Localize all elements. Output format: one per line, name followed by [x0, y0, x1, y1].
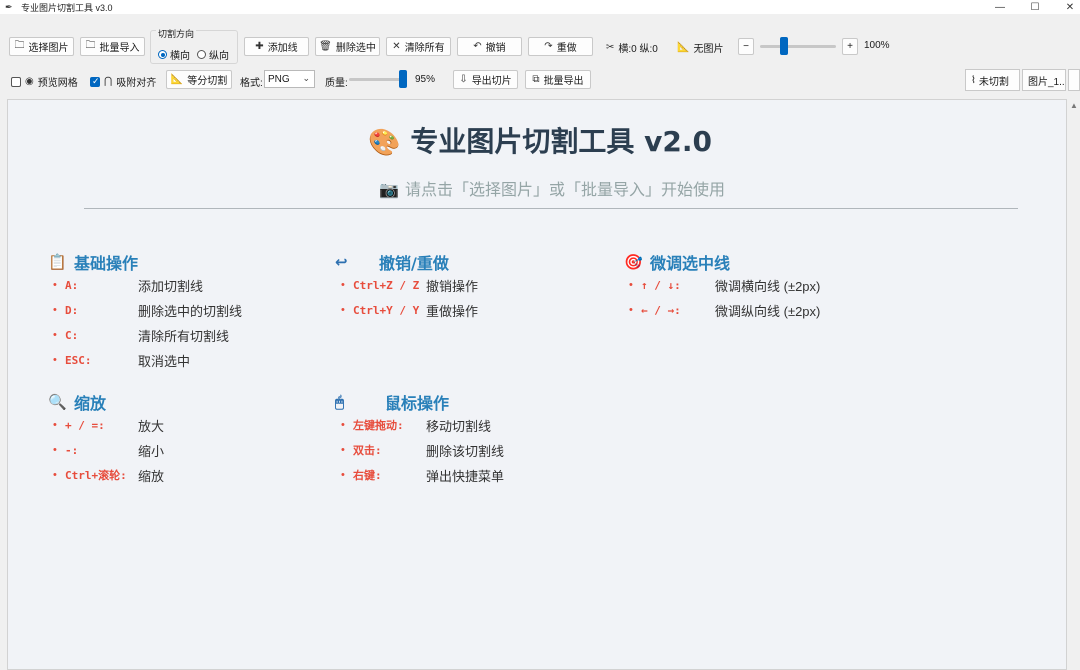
batch-export-button[interactable]: ⧉ 批量导出 — [525, 70, 591, 89]
select-image-button[interactable]: 🗀 选择图片 — [9, 37, 74, 56]
list-item: • 左键拖动: 移动切割线 — [341, 418, 492, 434]
undo-button[interactable]: ↶ 撤销 — [457, 37, 522, 56]
radio-selected-icon — [158, 50, 167, 59]
list-item: • -: 缩小 — [53, 443, 165, 459]
add-line-button[interactable]: ✚ 添加线 — [244, 37, 309, 56]
radio-vertical[interactable]: 纵向 — [197, 47, 229, 62]
section-finetune-title: 🎯 微调选中线 — [624, 253, 731, 273]
format-label: 格式: — [240, 78, 263, 89]
quality-value: 95% — [415, 74, 436, 85]
quality-label: 质量: — [325, 78, 348, 89]
zoom-value: 100% — [864, 40, 890, 51]
ruler-icon: 📐 — [170, 74, 184, 85]
snap-align-checkbox[interactable]: ⋂吸附对齐 — [90, 74, 156, 89]
list-item: • ↑ / ↓: 微调横向线 (±2px) — [629, 278, 821, 294]
plus-icon: ✚ — [255, 41, 264, 52]
undo-icon: ↶ — [473, 41, 482, 52]
target-icon: 🎯 — [624, 253, 643, 271]
list-item: • ESC: 取消选中 — [53, 353, 191, 369]
checkbox-icon — [11, 76, 21, 87]
mouse-icon: 🖱 — [335, 393, 345, 411]
tab-image-1[interactable]: 图片_1... — [1022, 69, 1066, 91]
welcome-title: 🎨 专业图片切割工具 v2.0 — [368, 125, 712, 158]
ruler-icon: 📐 — [677, 42, 690, 53]
tab-overflow[interactable] — [1068, 69, 1080, 91]
delete-selected-button[interactable]: 🗑 删除选中 — [315, 37, 380, 56]
scissors-icon: ✂ — [606, 42, 615, 53]
list-item: • Ctrl+Y / Y 重做操作 — [341, 303, 479, 319]
paperclip-icon: ⌇ — [971, 74, 976, 86]
redo-button[interactable]: ↷ 重做 — [528, 37, 593, 56]
camera-icon: 📷 — [379, 182, 399, 199]
window-title: 专业图片切割工具 v3.0 — [21, 2, 113, 13]
list-item: • C: 清除所有切割线 — [53, 328, 230, 344]
zoom-in-button[interactable]: + — [842, 38, 858, 55]
list-item: • 右键: 弹出快捷菜单 — [341, 468, 505, 484]
folder-icon: 🗀 — [85, 40, 96, 51]
zoom-slider[interactable] — [760, 45, 836, 48]
export-icon: ⧉ — [532, 74, 540, 85]
section-undo-title: ↩ 撤销/重做 — [335, 253, 449, 273]
zoom-slider-thumb[interactable] — [780, 37, 788, 55]
title-bar: ✒ 专业图片切割工具 v3.0 — [0, 0, 1080, 14]
redo-icon: ↷ — [544, 41, 553, 52]
section-zoom-title: 🔍 缩放 — [48, 393, 107, 413]
scroll-up-icon[interactable]: ▲ — [1070, 101, 1078, 110]
radio-horizontal[interactable]: 横向 — [158, 47, 190, 62]
section-mouse-title: 🖱 鼠标操作 — [335, 393, 450, 413]
maximize-icon[interactable]: ☐ — [1016, 0, 1054, 14]
welcome-subtitle: 📷 请点击「选择图片」或「批量导入」开始使用 — [379, 182, 725, 199]
list-item: • ← / →: 微调纵向线 (±2px) — [629, 303, 821, 319]
equal-split-button[interactable]: 📐 等分切割 — [166, 70, 232, 89]
image-status: 📐 无图片 — [677, 42, 724, 55]
download-icon: ⇩ — [459, 74, 468, 85]
line-count: ✂ 横:0 纵:0 — [606, 42, 658, 55]
eye-icon: ◉ — [25, 76, 34, 87]
palette-icon: 🎨 — [368, 128, 401, 158]
batch-import-button[interactable]: 🗀 批量导入 — [80, 37, 145, 56]
section-basic-title: 📋 基础操作 — [48, 253, 139, 273]
radio-unselected-icon — [197, 50, 206, 59]
minimize-icon[interactable]: — — [981, 0, 1019, 14]
magnet-icon: ⋂ — [104, 76, 113, 87]
zoom-out-button[interactable]: − — [738, 38, 754, 55]
quality-slider-thumb[interactable] — [399, 70, 407, 88]
feather-icon: ✒ — [5, 1, 13, 12]
x-icon: ✕ — [392, 41, 401, 52]
direction-group-title: 切割方向 — [156, 27, 197, 40]
trash-icon: 🗑 — [319, 41, 332, 52]
tab-uncut[interactable]: ⌇ 未切割 — [965, 69, 1020, 91]
list-item: • Ctrl+滚轮: 缩放 — [53, 468, 165, 484]
format-select[interactable]: PNG ⌄ — [264, 70, 315, 88]
magnifier-icon: 🔍 — [48, 393, 67, 411]
list-item: • + / =: 放大 — [53, 418, 165, 434]
list-item: • Ctrl+Z / Z 撤销操作 — [341, 278, 479, 294]
list-item: • A: 添加切割线 — [53, 278, 204, 294]
clear-all-button[interactable]: ✕ 清除所有 — [386, 37, 451, 56]
close-icon[interactable]: ✕ — [1051, 0, 1080, 14]
folder-icon: 🗀 — [14, 40, 25, 51]
export-slices-button[interactable]: ⇩ 导出切片 — [453, 70, 518, 89]
preview-grid-checkbox[interactable]: ◉ 预览网格 — [11, 74, 78, 89]
checkbox-checked-icon — [90, 76, 100, 87]
chevron-down-icon: ⌄ — [302, 73, 310, 83]
return-arrow-icon: ↩ — [335, 253, 348, 271]
list-item: • D: 删除选中的切割线 — [53, 303, 243, 319]
clipboard-icon: 📋 — [48, 253, 67, 271]
list-item: • 双击: 删除该切割线 — [341, 443, 505, 459]
divider — [84, 208, 1018, 209]
